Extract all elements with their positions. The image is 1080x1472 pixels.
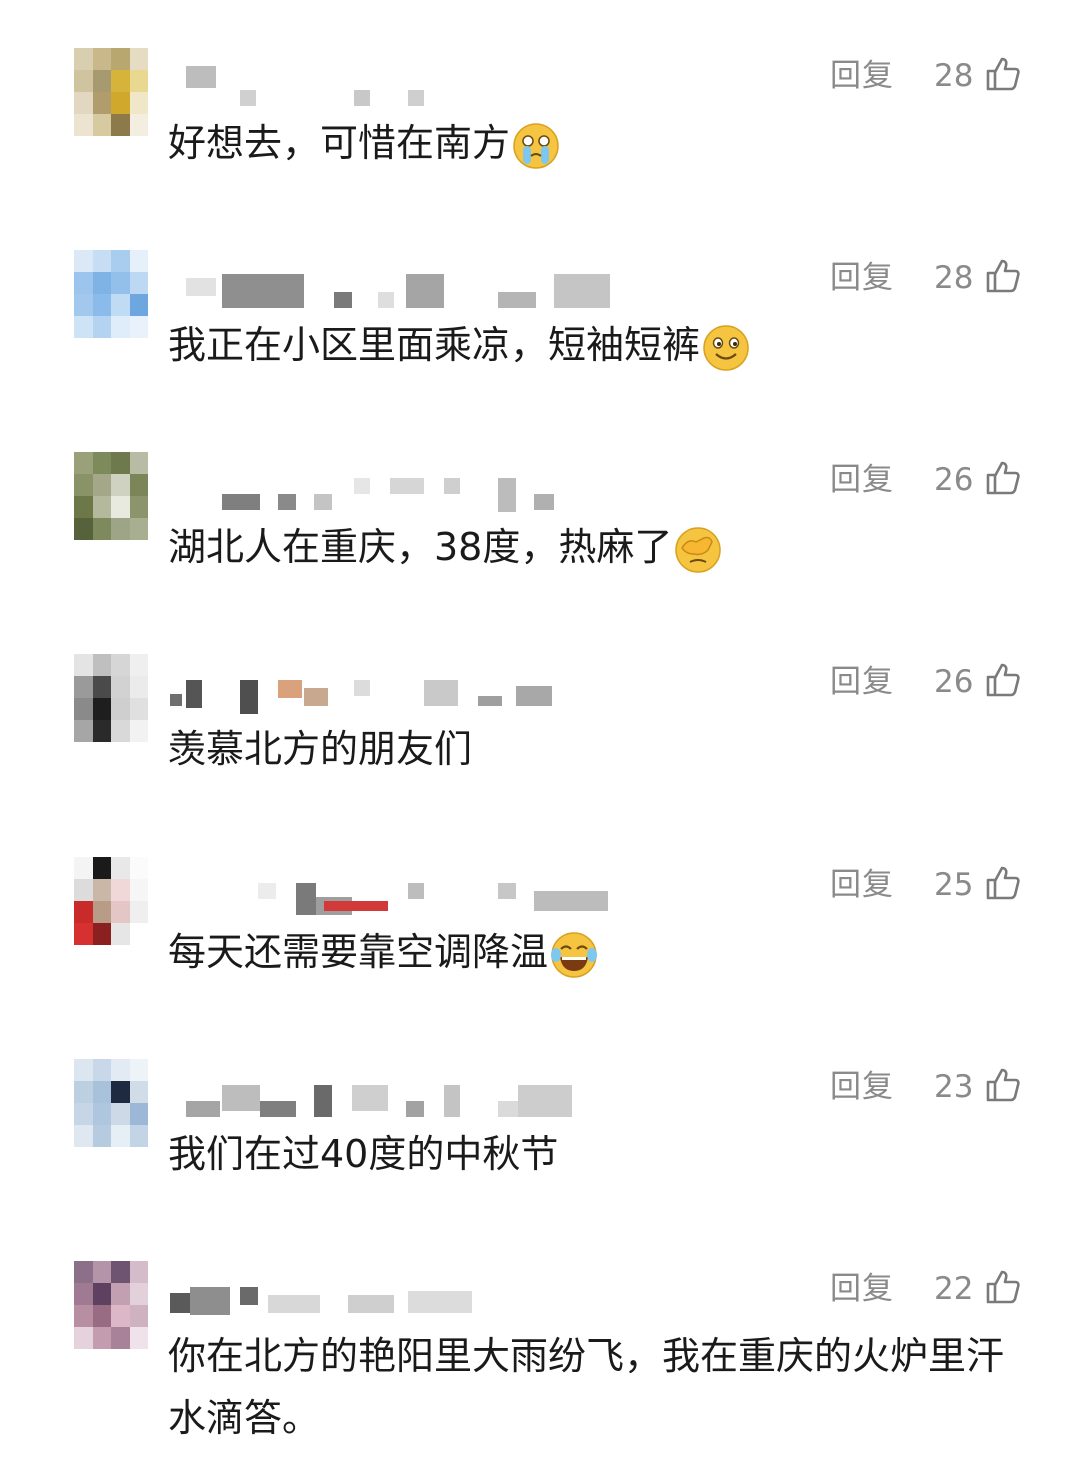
avatar[interactable] [74,1059,148,1147]
thumbs-up-icon[interactable] [985,662,1021,698]
username-redacted[interactable] [168,664,628,714]
like-count: 26 [934,462,974,498]
like-count: 23 [934,1069,974,1105]
reply-button[interactable]: 回复 [830,662,894,702]
avatar[interactable] [74,1261,148,1349]
thumbs-up-icon[interactable] [985,460,1021,496]
username-redacted[interactable] [168,260,628,308]
reply-button[interactable]: 回复 [830,1067,894,1107]
username-redacted[interactable] [168,1069,628,1117]
comment-text: 每天还需要靠空调降温 [168,921,1028,983]
comment-item: 回复 26 羡慕北方的朋友们 [0,654,1080,856]
thumbs-up-icon[interactable] [985,865,1021,901]
avatar[interactable] [74,654,148,742]
thumbs-up-icon[interactable] [985,1269,1021,1305]
comment-item: 回复 23 我们在过40度的中秋节 [0,1059,1080,1261]
reply-button[interactable]: 回复 [830,460,894,500]
comment-item: 回复 22 你在北方的艳阳里大雨纷飞，我在重庆的火炉里汗水滴答。 [0,1261,1080,1472]
smiling-face-emoji [703,324,749,371]
avatar[interactable] [74,48,148,136]
reply-button[interactable]: 回复 [830,1269,894,1309]
comment-text: 你在北方的艳阳里大雨纷飞，我在重庆的火炉里汗水滴答。 [168,1334,1005,1440]
like-count: 28 [934,58,974,94]
facepalm-face-emoji [675,526,722,573]
like-count: 22 [934,1271,974,1307]
comment-text: 我们在过40度的中秋节 [168,1132,559,1176]
like-count: 26 [934,664,974,700]
like-count: 28 [934,260,974,296]
username-redacted[interactable] [168,58,628,106]
comment-item: 回复 26 湖北人在重庆，38度，热麻了 [0,452,1080,654]
reply-button[interactable]: 回复 [830,865,894,905]
like-count: 25 [934,867,974,903]
reply-button[interactable]: 回复 [830,56,894,96]
thumbs-up-icon[interactable] [985,1067,1021,1103]
tears-of-joy-face-emoji [551,931,598,978]
avatar[interactable] [74,452,148,540]
comment-text: 湖北人在重庆，38度，热麻了 [168,516,1028,578]
comment-text: 我正在小区里面乘凉，短袖短裤 [168,314,1028,376]
crying-face-emoji [513,122,559,169]
avatar[interactable] [74,250,148,338]
comment-text: 羡慕北方的朋友们 [168,727,473,771]
thumbs-up-icon[interactable] [985,258,1021,294]
avatar[interactable] [74,857,148,945]
reply-button[interactable]: 回复 [830,258,894,298]
username-redacted[interactable] [168,1271,628,1315]
comment-item: 回复 28 好想去，可惜在南方 [0,48,1080,250]
comment-item: 回复 28 我正在小区里面乘凉，短袖短裤 [0,250,1080,452]
username-redacted[interactable] [168,867,628,915]
comment-item: 回复 25 每天还需要靠空调降温 [0,857,1080,1059]
username-redacted[interactable] [168,462,628,512]
comment-text: 好想去，可惜在南方 [168,112,1028,174]
thumbs-up-icon[interactable] [985,56,1021,92]
